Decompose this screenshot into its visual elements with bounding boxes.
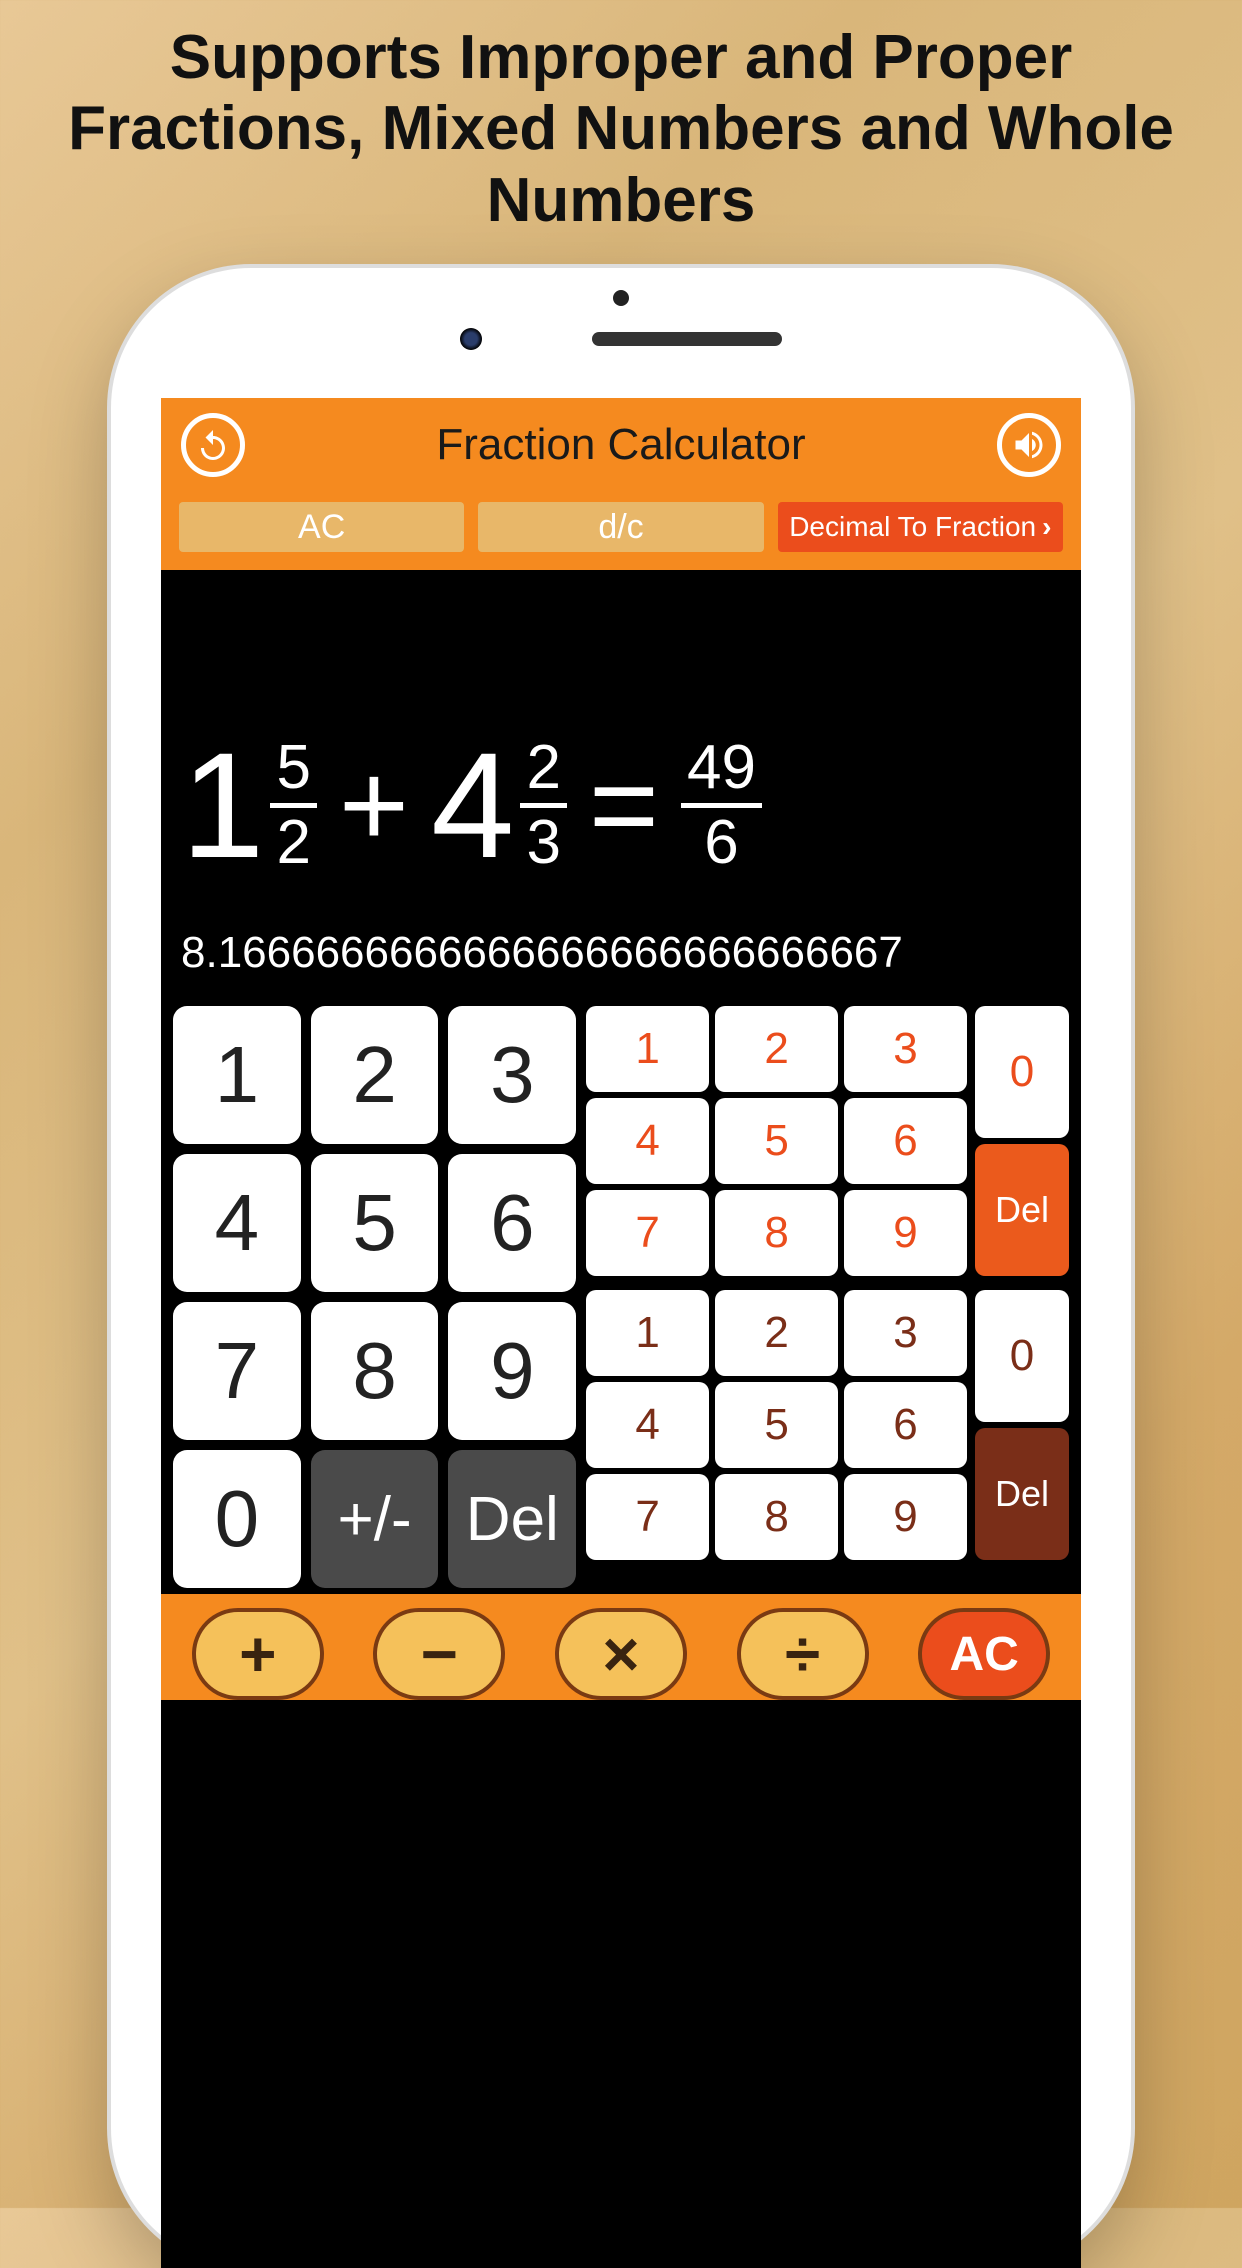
op-minus[interactable]: − (373, 1608, 505, 1700)
numer-key-5[interactable]: 5 (715, 1098, 838, 1184)
result: 49 6 (681, 737, 762, 874)
sensor-dot (613, 290, 629, 306)
key-2[interactable]: 2 (311, 1006, 439, 1144)
equals-sign: = (579, 736, 669, 874)
denom-key-6[interactable]: 6 (844, 1382, 967, 1468)
op-ac[interactable]: AC (918, 1608, 1050, 1700)
numerator-pad: 1 2 3 4 5 6 7 8 9 0 Del (586, 1006, 1069, 1276)
header-title: Fraction Calculator (245, 420, 997, 470)
result-denominator: 6 (704, 808, 738, 874)
denom-key-0[interactable]: 0 (975, 1290, 1069, 1422)
camera-dot (460, 328, 482, 350)
phone-frame: Fraction Calculator AC d/c Decimal To Fr… (111, 268, 1131, 2268)
numer-key-2[interactable]: 2 (715, 1006, 838, 1092)
term-1: 1 5 2 (181, 730, 317, 880)
decimal-to-fraction-label: Decimal To Fraction (789, 511, 1036, 543)
term-2-whole: 4 (431, 730, 514, 880)
decimal-to-fraction-button[interactable]: Decimal To Fraction › (778, 502, 1063, 552)
key-4[interactable]: 4 (173, 1154, 301, 1292)
denom-key-4[interactable]: 4 (586, 1382, 709, 1468)
denom-key-del[interactable]: Del (975, 1428, 1069, 1560)
term-2: 4 2 3 (431, 730, 567, 880)
key-0[interactable]: 0 (173, 1450, 301, 1588)
numer-key-3[interactable]: 3 (844, 1006, 967, 1092)
key-3[interactable]: 3 (448, 1006, 576, 1144)
term-1-denominator: 2 (276, 808, 310, 874)
numer-key-del[interactable]: Del (975, 1144, 1069, 1276)
fraction-pads: 1 2 3 4 5 6 7 8 9 0 Del (586, 1006, 1069, 1588)
keypads: 1 2 3 4 5 6 7 8 9 0 +/- Del 1 2 3 (161, 988, 1081, 1594)
op-divide[interactable]: ÷ (737, 1608, 869, 1700)
term-1-whole: 1 (181, 730, 264, 880)
numer-key-8[interactable]: 8 (715, 1190, 838, 1276)
result-numerator: 49 (681, 737, 762, 808)
denom-key-5[interactable]: 5 (715, 1382, 838, 1468)
equation: 1 5 2 + 4 2 3 = 49 (181, 730, 1061, 880)
numer-key-0[interactable]: 0 (975, 1006, 1069, 1138)
sound-icon[interactable] (997, 413, 1061, 477)
key-sign[interactable]: +/- (311, 1450, 439, 1588)
numer-key-6[interactable]: 6 (844, 1098, 967, 1184)
whole-number-pad: 1 2 3 4 5 6 7 8 9 0 +/- Del (173, 1006, 576, 1588)
numer-key-9[interactable]: 9 (844, 1190, 967, 1276)
promo-headline: Supports Improper and Proper Fractions, … (0, 0, 1242, 236)
operator-row: + − × ÷ AC (161, 1594, 1081, 1700)
denom-key-9[interactable]: 9 (844, 1474, 967, 1560)
ac-toolbar-button[interactable]: AC (179, 502, 464, 552)
term-1-numerator: 5 (270, 737, 316, 808)
decimal-result: 8.1666666666666666666666666667 (181, 928, 1061, 978)
denom-key-1[interactable]: 1 (586, 1290, 709, 1376)
numer-key-7[interactable]: 7 (586, 1190, 709, 1276)
key-del[interactable]: Del (448, 1450, 576, 1588)
term-2-numerator: 2 (520, 737, 566, 808)
reset-icon[interactable] (181, 413, 245, 477)
op-times[interactable]: × (555, 1608, 687, 1700)
operator-plus: + (329, 736, 419, 874)
denominator-pad: 1 2 3 4 5 6 7 8 9 0 Del (586, 1290, 1069, 1560)
key-6[interactable]: 6 (448, 1154, 576, 1292)
key-7[interactable]: 7 (173, 1302, 301, 1440)
display-area: 1 5 2 + 4 2 3 = 49 (161, 570, 1081, 988)
op-plus[interactable]: + (192, 1608, 324, 1700)
chevron-right-icon: › (1042, 511, 1051, 543)
denom-key-8[interactable]: 8 (715, 1474, 838, 1560)
sub-toolbar: AC d/c Decimal To Fraction › (161, 492, 1081, 570)
app-header: Fraction Calculator (161, 398, 1081, 492)
key-8[interactable]: 8 (311, 1302, 439, 1440)
speaker-grille (592, 332, 782, 346)
key-9[interactable]: 9 (448, 1302, 576, 1440)
numer-key-1[interactable]: 1 (586, 1006, 709, 1092)
term-2-denominator: 3 (526, 808, 560, 874)
denom-key-2[interactable]: 2 (715, 1290, 838, 1376)
key-5[interactable]: 5 (311, 1154, 439, 1292)
dc-toolbar-button[interactable]: d/c (478, 502, 763, 552)
denom-key-7[interactable]: 7 (586, 1474, 709, 1560)
key-1[interactable]: 1 (173, 1006, 301, 1144)
numer-key-4[interactable]: 4 (586, 1098, 709, 1184)
app-screen: Fraction Calculator AC d/c Decimal To Fr… (161, 398, 1081, 2268)
denom-key-3[interactable]: 3 (844, 1290, 967, 1376)
